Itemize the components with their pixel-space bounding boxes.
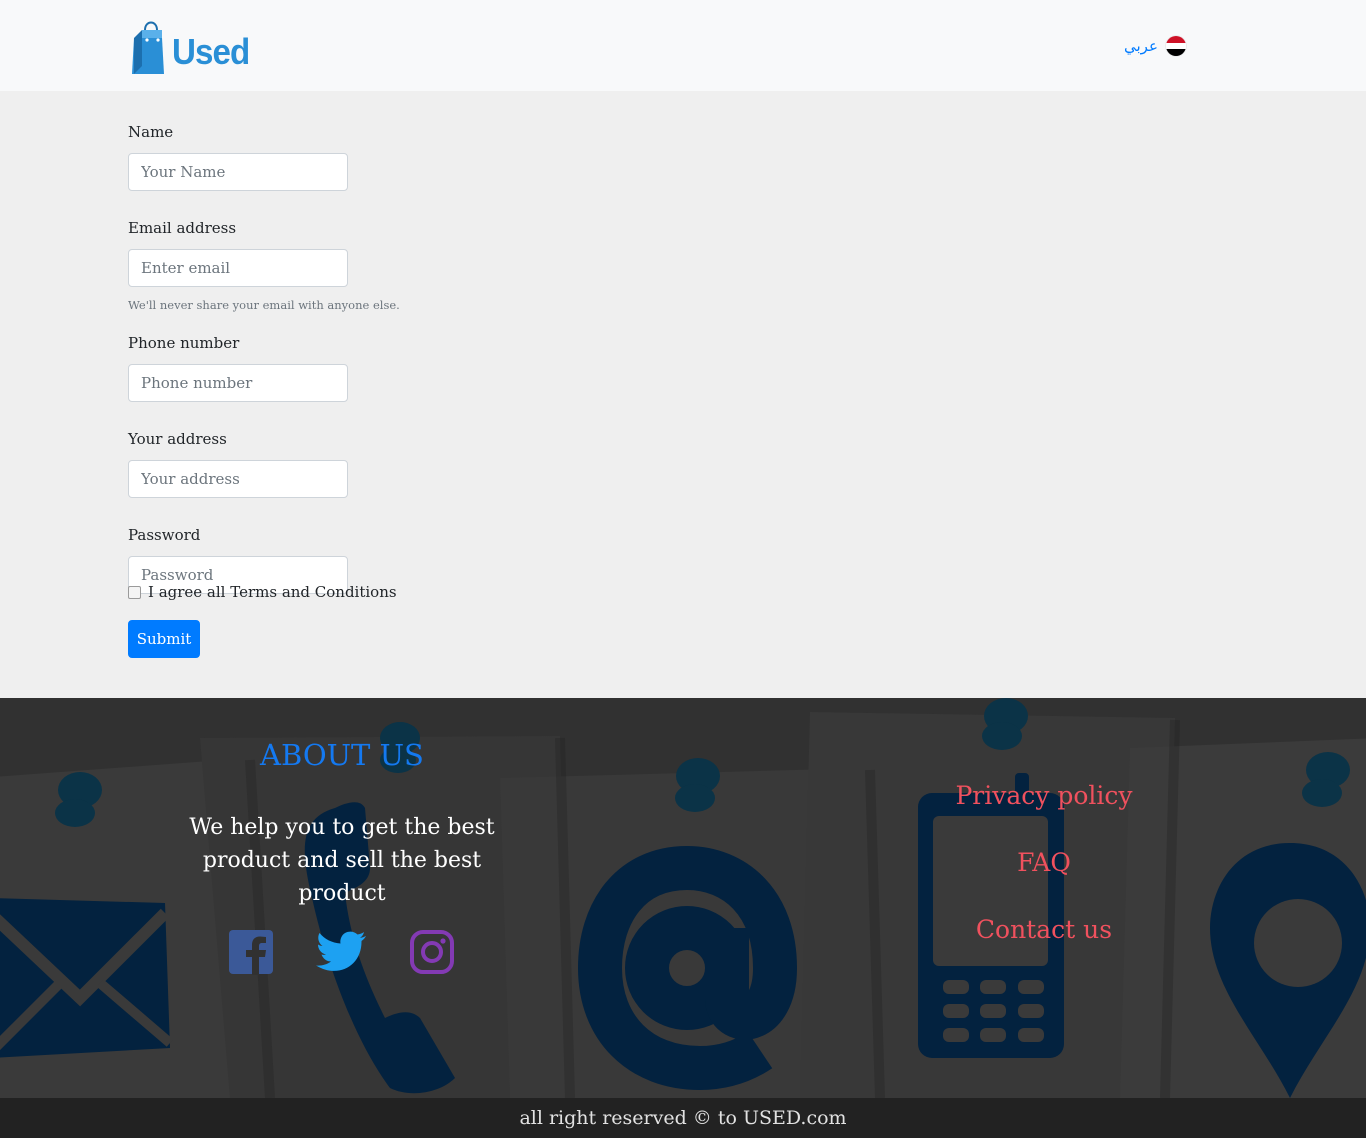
name-input[interactable] — [128, 153, 348, 191]
name-label: Name — [128, 123, 174, 141]
address-input[interactable] — [128, 460, 348, 498]
contact-us-link[interactable]: Contact us — [944, 912, 1144, 979]
logo[interactable]: Used — [128, 12, 250, 74]
site-footer: ABOUT US We help you to get the best pro… — [0, 698, 1366, 1098]
signup-form: Name Email address We'll never share you… — [128, 122, 428, 594]
email-input[interactable] — [128, 249, 348, 287]
shopping-bag-icon — [128, 16, 168, 74]
submit-button[interactable]: Submit — [128, 620, 200, 658]
facebook-icon — [229, 930, 273, 975]
email-hint: We'll never share your email with anyone… — [128, 298, 400, 312]
about-text: We help you to get the best product and … — [189, 815, 495, 906]
password-label: Password — [128, 526, 201, 544]
email-label: Email address — [128, 219, 237, 237]
faq-link[interactable]: FAQ — [944, 845, 1144, 912]
about-title: ABOUT US — [260, 738, 424, 772]
copyright-bar: all right reserved © to USED.com — [0, 1098, 1366, 1138]
egypt-flag-icon — [1165, 36, 1186, 56]
phone-group: Phone number — [128, 333, 428, 402]
email-group: Email address We'll never share your ema… — [128, 218, 428, 312]
address-label: Your address — [128, 430, 227, 448]
site-header: Used عربي — [0, 0, 1366, 91]
facebook-link[interactable] — [226, 928, 276, 976]
phone-label: Phone number — [128, 334, 240, 352]
terms-label: I agree all Terms and Conditions — [148, 583, 397, 601]
logo-text: Used — [172, 31, 250, 72]
name-group: Name — [128, 122, 428, 191]
address-group: Your address — [128, 429, 428, 498]
twitter-link[interactable] — [316, 928, 366, 976]
privacy-policy-link[interactable]: Privacy policy — [944, 778, 1144, 845]
footer-links: Privacy policy FAQ Contact us — [944, 778, 1144, 979]
instagram-link[interactable] — [407, 928, 457, 976]
terms-checkbox[interactable] — [128, 585, 141, 599]
twitter-icon — [316, 931, 366, 971]
terms-row[interactable]: I agree all Terms and Conditions — [128, 583, 397, 601]
instagram-icon — [410, 930, 454, 974]
language-switch[interactable]: عربي — [1124, 36, 1186, 56]
language-label: عربي — [1124, 37, 1158, 55]
phone-input[interactable] — [128, 364, 348, 402]
